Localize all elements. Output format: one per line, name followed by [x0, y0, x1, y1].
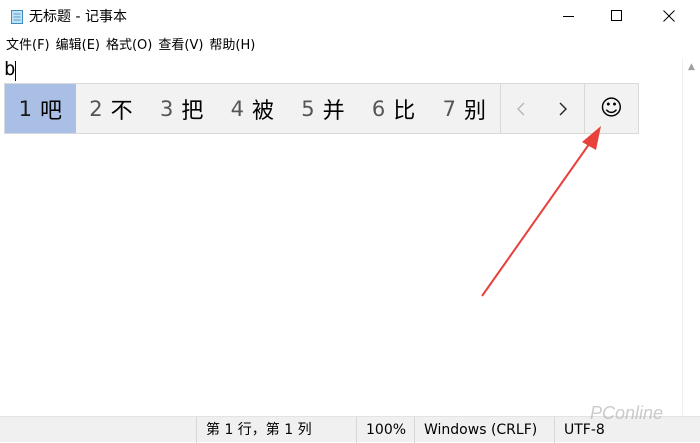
close-icon — [663, 10, 675, 22]
candidate-number: 5 — [301, 96, 315, 121]
candidate-number: 7 — [442, 96, 456, 121]
notepad-icon — [10, 9, 24, 25]
smiley-icon: ☺ — [599, 96, 623, 121]
ime-candidate-5[interactable]: 5 并 — [288, 84, 359, 133]
vertical-scrollbar[interactable]: ▲ — [682, 58, 700, 415]
cursor-position: 第 1 行，第 1 列 — [196, 417, 366, 443]
chevron-right-icon — [559, 102, 567, 115]
ime-candidate-1[interactable]: 1 吧 — [5, 84, 76, 133]
ime-emoji-button[interactable]: ☺ — [585, 84, 638, 133]
menu-view[interactable]: 查看(V) — [155, 36, 206, 56]
ime-candidate-bar: 1 吧 2 不 3 把 4 被 5 并 6 比 7 别 ☺ — [4, 83, 639, 134]
ime-next-page-button[interactable] — [542, 84, 584, 133]
candidate-text: 并 — [322, 98, 345, 124]
chevron-left-icon — [517, 102, 525, 115]
line-ending: Windows (CRLF) — [414, 417, 564, 443]
text-caret — [15, 61, 16, 81]
candidate-text: 把 — [181, 98, 204, 124]
menu-bar: 文件(F) 编辑(E) 格式(O) 查看(V) 帮助(H) — [0, 35, 700, 57]
menu-help[interactable]: 帮助(H) — [206, 36, 258, 56]
window-title: 无标题 - 记事本 — [29, 9, 127, 25]
ime-candidate-2[interactable]: 2 不 — [76, 84, 147, 133]
candidate-number: 2 — [89, 96, 103, 121]
scroll-up-icon[interactable]: ▲ — [688, 62, 695, 72]
ime-candidate-3[interactable]: 3 把 — [146, 84, 217, 133]
ime-candidate-6[interactable]: 6 比 — [358, 84, 429, 133]
candidate-text: 被 — [251, 98, 274, 124]
candidate-text: 别 — [463, 98, 486, 124]
ime-candidate-4[interactable]: 4 被 — [217, 84, 288, 133]
candidate-number: 3 — [159, 96, 174, 121]
menu-format[interactable]: 格式(O) — [103, 36, 155, 56]
maximize-button[interactable] — [594, 0, 640, 32]
minimize-button[interactable] — [546, 0, 592, 32]
watermark-logo: PConline — [590, 403, 664, 423]
ime-prev-page-button[interactable] — [501, 84, 543, 133]
candidate-text: 吧 — [40, 98, 63, 124]
ime-candidate-7[interactable]: 7 别 — [429, 84, 500, 133]
minimize-icon — [563, 16, 574, 17]
candidate-text: 比 — [393, 98, 416, 124]
candidate-number: 4 — [230, 96, 244, 121]
menu-edit[interactable]: 编辑(E) — [53, 36, 103, 56]
candidate-text: 不 — [110, 98, 133, 124]
maximize-icon — [611, 10, 622, 21]
menu-file[interactable]: 文件(F) — [0, 36, 53, 56]
title-bar: 无标题 - 记事本 — [0, 0, 700, 34]
editor-content: b — [4, 58, 16, 80]
candidate-number: 1 — [18, 96, 32, 121]
close-button[interactable] — [646, 0, 692, 32]
candidate-number: 6 — [371, 96, 386, 121]
